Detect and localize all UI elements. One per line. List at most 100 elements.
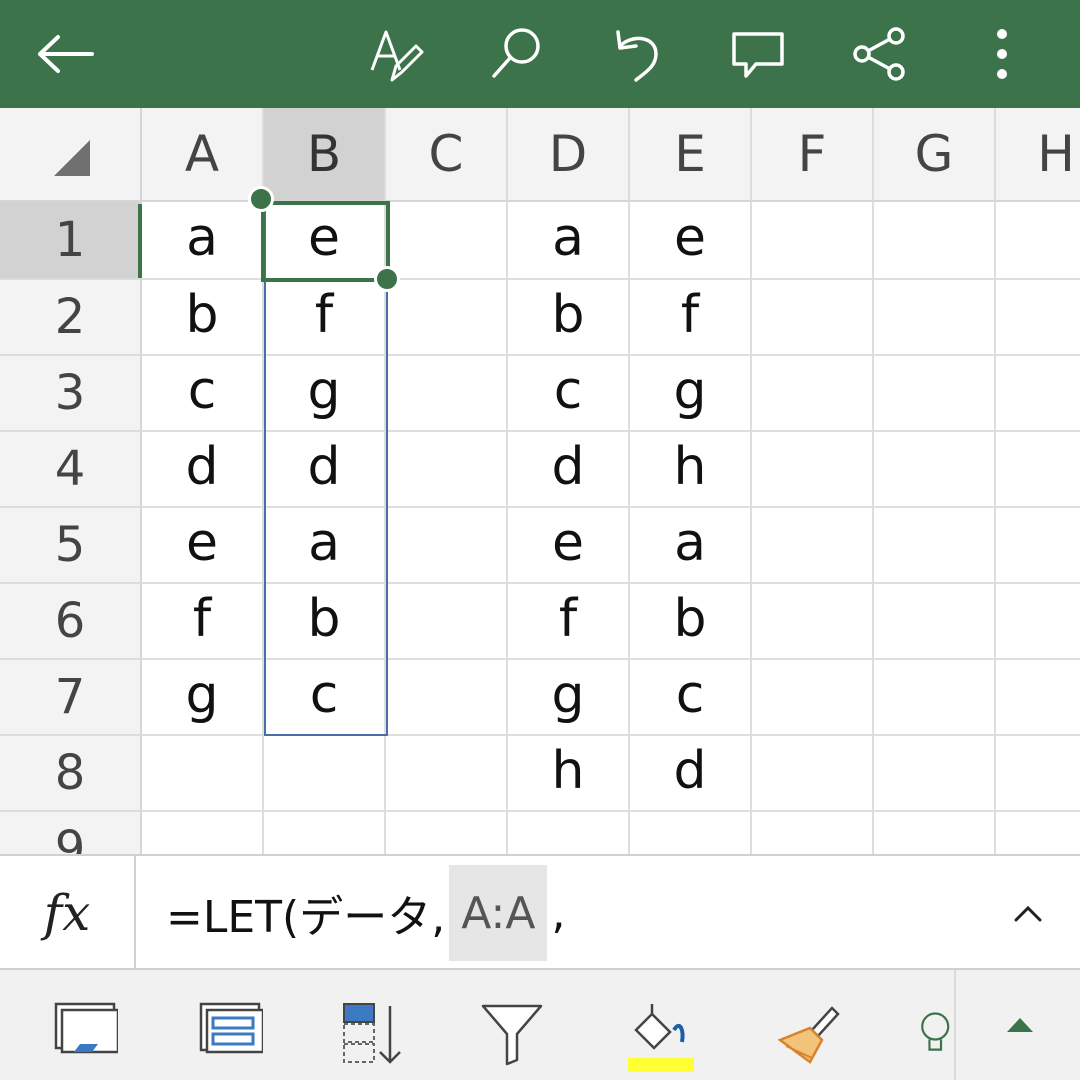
cell-b5[interactable]: a [264, 508, 386, 584]
cell-a8[interactable] [142, 736, 264, 812]
cell-d9[interactable] [508, 812, 630, 854]
row-header-5[interactable]: 5 [0, 508, 142, 584]
row-header-1[interactable]: 1 [0, 202, 142, 280]
cell-f5[interactable] [752, 508, 874, 584]
cell-b6[interactable]: b [264, 584, 386, 660]
cell-a2[interactable]: b [142, 280, 264, 356]
cell-d2[interactable]: b [508, 280, 630, 356]
select-all-corner[interactable] [0, 108, 142, 202]
cell-a7[interactable]: g [142, 660, 264, 736]
cell-c2[interactable] [386, 280, 508, 356]
cell-h9[interactable] [996, 812, 1080, 854]
column-header-d[interactable]: D [508, 108, 630, 202]
cell-h6[interactable] [996, 584, 1080, 660]
cell-f1[interactable] [752, 202, 874, 280]
cell-g8[interactable] [874, 736, 996, 812]
sort-icon[interactable] [330, 1000, 410, 1080]
cell-c9[interactable] [386, 812, 508, 854]
cell-c5[interactable] [386, 508, 508, 584]
column-header-e[interactable]: E [630, 108, 752, 202]
search-icon[interactable] [474, 12, 558, 96]
cell-g1[interactable] [874, 202, 996, 280]
cell-f6[interactable] [752, 584, 874, 660]
cell-f7[interactable] [752, 660, 874, 736]
column-header-h[interactable]: H [996, 108, 1080, 202]
cell-f9[interactable] [752, 812, 874, 854]
cell-a4[interactable]: d [142, 432, 264, 508]
cell-d8[interactable]: h [508, 736, 630, 812]
column-header-b[interactable]: B [264, 108, 386, 202]
cell-h8[interactable] [996, 736, 1080, 812]
fill-color-icon[interactable] [620, 1000, 700, 1080]
cell-e8[interactable]: d [630, 736, 752, 812]
cell-d1[interactable]: a [508, 202, 630, 280]
cell-a6[interactable]: f [142, 584, 264, 660]
column-header-c[interactable]: C [386, 108, 508, 202]
cell-d3[interactable]: c [508, 356, 630, 432]
cell-f2[interactable] [752, 280, 874, 356]
selection-handle-top-left[interactable] [248, 186, 274, 212]
filter-icon[interactable] [472, 1000, 552, 1080]
formula-reference-highlight[interactable]: A:A [449, 865, 548, 961]
cell-e6[interactable]: b [630, 584, 752, 660]
expand-formula-button[interactable] [1006, 892, 1050, 936]
cell-e1[interactable]: e [630, 202, 752, 280]
cell-c4[interactable] [386, 432, 508, 508]
cell-c8[interactable] [386, 736, 508, 812]
cell-e2[interactable]: f [630, 280, 752, 356]
cell-d6[interactable]: f [508, 584, 630, 660]
cell-a1[interactable]: a [142, 202, 264, 280]
cell-c7[interactable] [386, 660, 508, 736]
cell-g7[interactable] [874, 660, 996, 736]
row-header-3[interactable]: 3 [0, 356, 142, 432]
row-header-2[interactable]: 2 [0, 280, 142, 356]
cell-e5[interactable]: a [630, 508, 752, 584]
comment-icon[interactable] [716, 12, 800, 96]
formula-input[interactable]: =LET(データ, A:A , [166, 865, 565, 961]
cell-b4[interactable]: d [264, 432, 386, 508]
cell-g6[interactable] [874, 584, 996, 660]
cell-g2[interactable] [874, 280, 996, 356]
cell-d7[interactable]: g [508, 660, 630, 736]
table-icon[interactable] [190, 1000, 270, 1080]
cell-g5[interactable] [874, 508, 996, 584]
cell-b9[interactable] [264, 812, 386, 854]
fx-icon[interactable]: fx [0, 856, 136, 970]
row-header-4[interactable]: 4 [0, 432, 142, 508]
back-arrow-icon[interactable] [24, 12, 108, 96]
cell-c6[interactable] [386, 584, 508, 660]
row-header-6[interactable]: 6 [0, 584, 142, 660]
cell-a3[interactable]: c [142, 356, 264, 432]
cell-b8[interactable] [264, 736, 386, 812]
clear-format-icon[interactable] [768, 1000, 848, 1080]
insert-icon[interactable] [45, 1000, 125, 1080]
cell-a9[interactable] [142, 812, 264, 854]
expand-icon[interactable] [990, 1000, 1050, 1050]
column-header-g[interactable]: G [874, 108, 996, 202]
cell-b3[interactable]: g [264, 356, 386, 432]
row-header-8[interactable]: 8 [0, 736, 142, 812]
cell-h7[interactable] [996, 660, 1080, 736]
cell-c3[interactable] [386, 356, 508, 432]
cell-e4[interactable]: h [630, 432, 752, 508]
cell-b2[interactable]: f [264, 280, 386, 356]
edit-text-icon[interactable] [354, 12, 438, 96]
cell-f3[interactable] [752, 356, 874, 432]
cell-b1[interactable]: e [264, 202, 386, 280]
cell-f4[interactable] [752, 432, 874, 508]
undo-icon[interactable] [594, 12, 678, 96]
cell-b7[interactable]: c [264, 660, 386, 736]
cell-h1[interactable] [996, 202, 1080, 280]
cell-g3[interactable] [874, 356, 996, 432]
cell-a5[interactable]: e [142, 508, 264, 584]
cell-d4[interactable]: d [508, 432, 630, 508]
spreadsheet-grid[interactable]: ABCDEFGH1aeae2bfbf3cgcg4dddh5eaea6fbfb7g… [0, 108, 1080, 854]
cell-h3[interactable] [996, 356, 1080, 432]
selection-handle-bottom-right[interactable] [374, 266, 400, 292]
cell-h4[interactable] [996, 432, 1080, 508]
more-icon[interactable] [960, 12, 1044, 96]
cell-e9[interactable] [630, 812, 752, 854]
cell-g4[interactable] [874, 432, 996, 508]
cell-h2[interactable] [996, 280, 1080, 356]
column-header-f[interactable]: F [752, 108, 874, 202]
